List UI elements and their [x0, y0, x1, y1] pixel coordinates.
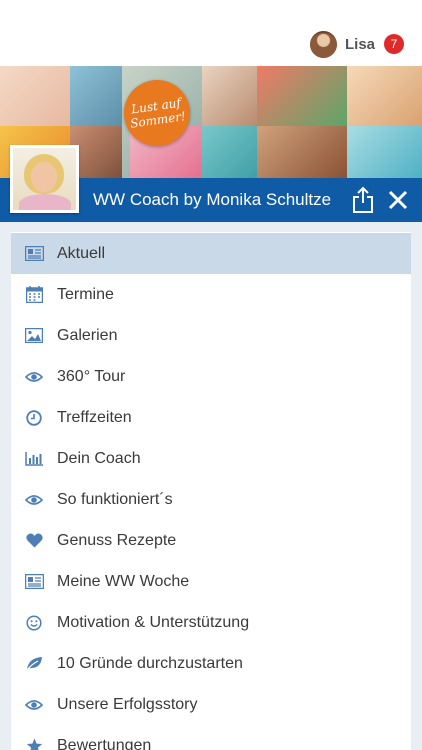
menu-item-label: Galerien	[57, 326, 118, 344]
menu-item-motivation[interactable]: Motivation & Unterstützung	[11, 602, 411, 643]
share-button[interactable]	[350, 186, 376, 214]
eye-icon	[11, 494, 57, 506]
star-icon	[11, 738, 57, 750]
menu-item-galerien[interactable]: Galerien	[11, 315, 411, 356]
avatar[interactable]	[309, 30, 337, 58]
menu-item-aktuell[interactable]: Aktuell	[11, 233, 411, 274]
menu-item-360-tour[interactable]: 360° Tour	[11, 356, 411, 397]
menu-item-dein-coach[interactable]: Dein Coach	[11, 438, 411, 479]
menu-item-label: Dein Coach	[57, 449, 141, 467]
menu-item-meine-ww-woche[interactable]: Meine WW Woche	[11, 561, 411, 602]
image-icon	[11, 328, 57, 343]
smiley-icon	[11, 614, 57, 631]
page-title: WW Coach by Monika Schultze	[93, 190, 332, 209]
top-bar: Lisa 7	[0, 0, 422, 66]
clock-icon	[11, 409, 57, 426]
heart-icon	[11, 533, 57, 548]
username[interactable]: Lisa	[345, 36, 375, 53]
menu-item-label: 10 Gründe durchzustarten	[57, 654, 243, 672]
menu-item-termine[interactable]: Termine	[11, 274, 411, 315]
menu-item-10-gruende[interactable]: 10 Gründe durchzustarten	[11, 643, 411, 684]
menu-background: Aktuell Termine Galerien 360° Tour Treff	[0, 222, 422, 750]
calendar-icon	[11, 286, 57, 303]
newspaper-icon	[11, 246, 57, 261]
bar-chart-icon	[11, 451, 57, 466]
menu-item-label: Bewertungen	[57, 736, 152, 750]
menu-item-label: Aktuell	[57, 244, 106, 262]
menu-item-label: Meine WW Woche	[57, 572, 190, 590]
close-button[interactable]	[386, 188, 410, 212]
menu-item-label: Treffzeiten	[57, 408, 132, 426]
menu-item-so-funktionierts[interactable]: So funktioniert´s	[11, 479, 411, 520]
leaf-icon	[11, 656, 57, 671]
navigation-menu: Aktuell Termine Galerien 360° Tour Treff	[11, 232, 411, 750]
menu-item-label: 360° Tour	[57, 367, 126, 385]
menu-item-genuss-rezepte[interactable]: Genuss Rezepte	[11, 520, 411, 561]
menu-item-label: So funktioniert´s	[57, 490, 173, 508]
newspaper-icon	[11, 574, 57, 589]
menu-item-label: Motivation & Unterstützung	[57, 613, 250, 631]
eye-icon	[11, 699, 57, 711]
coach-photo[interactable]	[10, 145, 79, 213]
menu-item-label: Unsere Erfolgsstory	[57, 695, 198, 713]
notification-badge[interactable]: 7	[384, 34, 404, 54]
menu-item-erfolgsstory[interactable]: Unsere Erfolgsstory	[11, 684, 411, 725]
eye-icon	[11, 371, 57, 383]
share-icon	[353, 186, 373, 213]
menu-item-bewertungen[interactable]: Bewertungen	[11, 725, 411, 750]
menu-item-label: Genuss Rezepte	[57, 531, 177, 549]
menu-item-label: Termine	[57, 285, 114, 303]
user-profile[interactable]: Lisa 7	[309, 30, 404, 58]
close-icon	[388, 190, 408, 210]
menu-item-treffzeiten[interactable]: Treffzeiten	[11, 397, 411, 438]
